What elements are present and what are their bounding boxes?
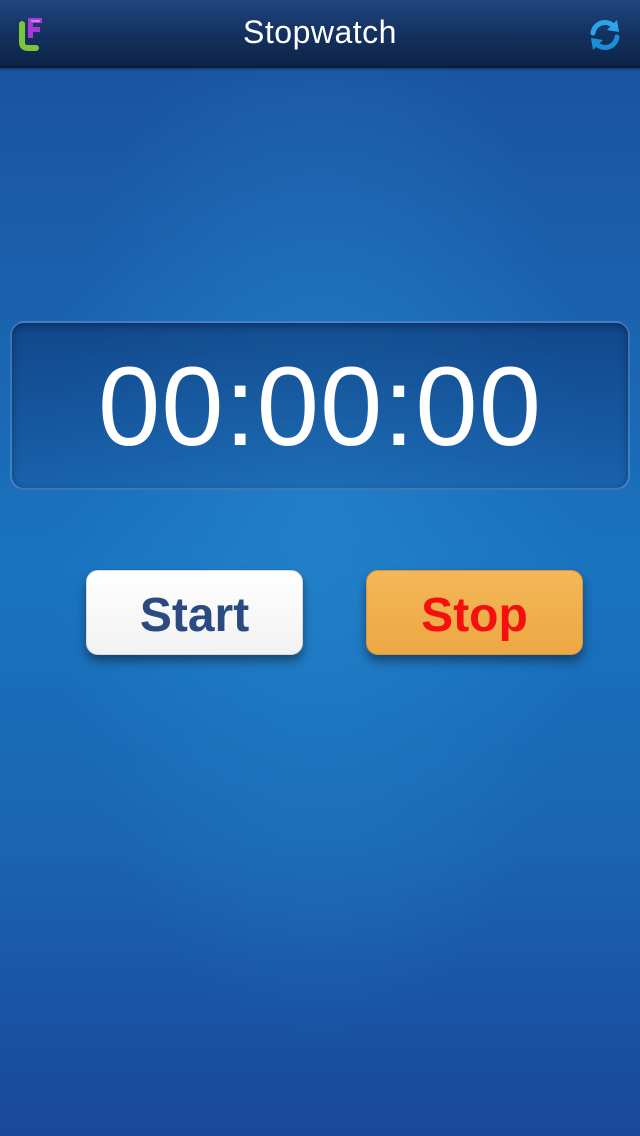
- refresh-icon[interactable]: [586, 16, 624, 54]
- start-button[interactable]: Start: [86, 570, 303, 655]
- navigation-bar: Stopwatch: [0, 0, 640, 68]
- time-display-panel: 00:00:00: [10, 321, 630, 490]
- stop-button[interactable]: Stop: [366, 570, 583, 655]
- elapsed-time: 00:00:00: [98, 344, 542, 469]
- page-title: Stopwatch: [243, 14, 397, 50]
